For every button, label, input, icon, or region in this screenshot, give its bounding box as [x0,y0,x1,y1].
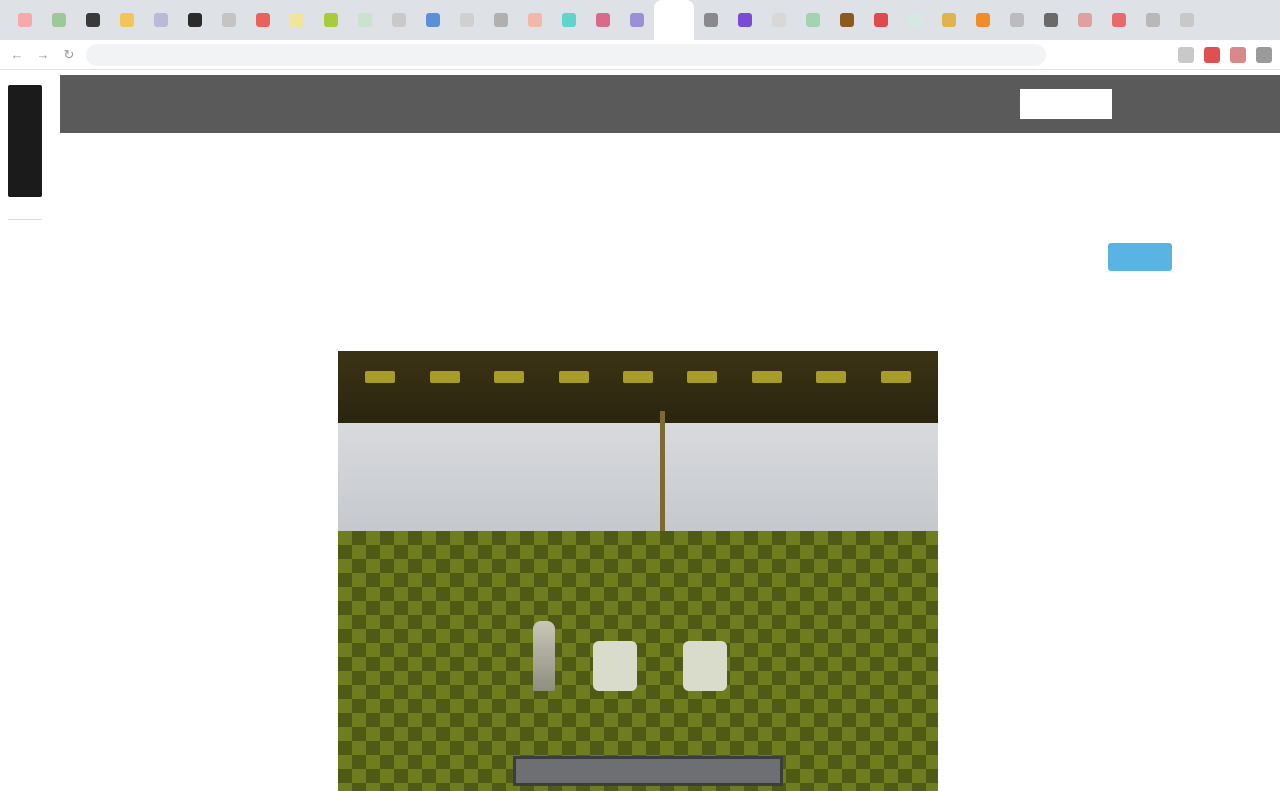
article-header [320,127,960,175]
tab-favicon-icon [494,13,508,27]
extensions-area [1178,46,1272,63]
tab-favicon-icon [738,13,752,27]
game-platform [513,756,783,786]
game-hud-bar [338,351,938,423]
tab-favicon-icon [596,13,610,27]
browser-tab[interactable] [1102,0,1136,40]
game-screenshot [338,351,938,791]
site-logo[interactable] [8,85,42,197]
tab-favicon-icon [908,13,922,27]
browser-tab[interactable] [586,0,620,40]
browser-tab[interactable] [314,0,348,40]
left-rail [8,85,48,239]
browser-tab[interactable] [484,0,518,40]
tab-favicon-icon [120,13,134,27]
tab-favicon-icon [290,13,304,27]
tab-favicon-icon [942,13,956,27]
tab-favicon-icon [460,13,474,27]
browser-tab[interactable] [450,0,484,40]
tab-favicon-icon [1180,13,1194,27]
tab-favicon-icon [772,13,786,27]
browser-tab[interactable] [1068,0,1102,40]
extension-icon[interactable] [1230,46,1246,63]
browser-tab[interactable] [728,0,762,40]
browser-tab[interactable] [966,0,1000,40]
tab-favicon-icon [1146,13,1160,27]
tab-favicon-icon [840,13,854,27]
browser-tab[interactable] [620,0,654,40]
browser-tab[interactable] [1170,0,1204,40]
browser-tab[interactable] [1000,0,1034,40]
browser-tab[interactable] [1136,0,1170,40]
browser-tab[interactable] [280,0,314,40]
tab-favicon-icon [154,13,168,27]
extension-icon[interactable] [1204,46,1220,63]
browser-tab[interactable] [654,0,694,40]
tab-favicon-icon [806,13,820,27]
browser-tab[interactable] [796,0,830,40]
tab-favicon-icon [426,13,440,27]
browser-tab[interactable] [762,0,796,40]
tab-favicon-icon [1044,13,1058,27]
browser-tab[interactable] [42,0,76,40]
tab-favicon-icon [392,13,406,27]
tab-favicon-icon [18,13,32,27]
right-sidebar [1108,167,1268,276]
cookie-accept-button[interactable] [1020,89,1112,119]
browser-tab[interactable] [864,0,898,40]
browser-tab[interactable] [382,0,416,40]
browser-tab[interactable] [8,0,42,40]
game-sky [338,423,938,531]
extension-icon[interactable] [1256,46,1272,63]
game-sprite-enemy [683,641,727,691]
browser-tab-strip [0,0,1280,40]
reload-icon[interactable]: ↻ [60,46,78,64]
tab-favicon-icon [528,13,542,27]
tab-favicon-icon [1112,13,1126,27]
browser-tab[interactable] [830,0,864,40]
tab-favicon-icon [704,13,718,27]
browser-tab[interactable] [1034,0,1068,40]
browser-tab[interactable] [694,0,728,40]
tab-favicon-icon [358,13,372,27]
browser-tab[interactable] [932,0,966,40]
browser-tab[interactable] [348,0,382,40]
sidebar-button[interactable] [1108,243,1172,271]
back-arrow-icon[interactable]: ← [8,46,26,64]
tab-favicon-icon [630,13,644,27]
browser-tab[interactable] [212,0,246,40]
cookie-banner [60,75,1280,133]
browser-tab[interactable] [110,0,144,40]
browser-tab[interactable] [246,0,280,40]
extension-icon[interactable] [1178,46,1194,63]
browser-tab[interactable] [898,0,932,40]
tab-favicon-icon [874,13,888,27]
browser-tab[interactable] [552,0,586,40]
browser-tab[interactable] [178,0,212,40]
tab-favicon-icon [86,13,100,27]
tab-favicon-icon [1010,13,1024,27]
address-bar[interactable] [86,43,1046,66]
game-ground-tiles [338,531,938,791]
tab-favicon-icon [562,13,576,27]
tab-favicon-icon [667,13,681,27]
tab-favicon-icon [324,13,338,27]
web-page [0,71,1280,791]
browser-tab[interactable] [416,0,450,40]
browser-tab[interactable] [144,0,178,40]
browser-tab[interactable] [518,0,552,40]
browser-toolbar: ← → ↻ [0,40,1280,70]
tab-favicon-icon [976,13,990,27]
tab-favicon-icon [52,13,66,27]
game-sprite-enemy [593,641,637,691]
forward-arrow-icon[interactable]: → [34,46,52,64]
game-hud-items [348,371,928,391]
game-sprite-player [533,621,555,691]
rail-menu-button[interactable] [8,219,42,239]
tab-favicon-icon [256,13,270,27]
browser-tab[interactable] [76,0,110,40]
tab-favicon-icon [188,13,202,27]
tab-favicon-icon [222,13,236,27]
tab-favicon-icon [1078,13,1092,27]
